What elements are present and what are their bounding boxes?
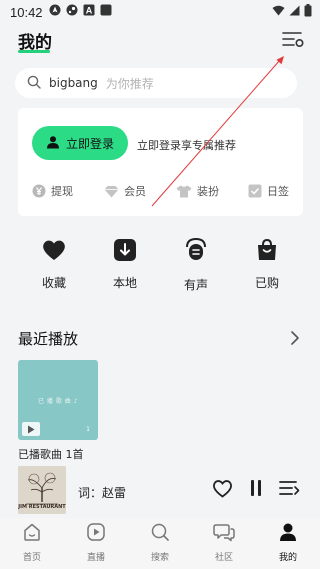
mini-player: JIM RESTAURANT 词：赵雷 — [0, 462, 320, 518]
search-icon — [150, 522, 170, 546]
nav-label: 社区 — [214, 553, 233, 563]
status-time: 10:42 — [10, 4, 43, 20]
quick-link-label: 日签 — [267, 185, 289, 198]
search-input[interactable]: bigbang 为你推荐 — [15, 68, 297, 98]
function-label: 已购 — [254, 276, 279, 290]
album-art[interactable]: JIM RESTAURANT — [18, 466, 66, 514]
app-icon — [100, 4, 112, 20]
quick-link-label: 提现 — [51, 185, 73, 198]
yuan-icon — [32, 184, 46, 198]
recent-section-title: 最近播放 — [18, 330, 79, 348]
playlist-icon — [278, 479, 300, 501]
title-underline — [18, 50, 50, 53]
signal-icon — [289, 5, 300, 20]
now-playing-text: 词：赵雷 — [78, 486, 127, 500]
function-label: 有声 — [183, 278, 208, 292]
quick-link-label: 会员 — [124, 185, 146, 198]
login-hint: 立即登录享专属推荐 — [137, 139, 236, 152]
nav-search[interactable]: 搜索 — [128, 518, 192, 569]
purchased-button[interactable]: 已购 — [237, 238, 297, 291]
playlist-button[interactable] — [277, 479, 301, 501]
live-play-icon — [86, 522, 106, 546]
audiobook-button[interactable]: 有声 — [166, 237, 226, 293]
login-card: 立即登录 立即登录享专属推荐 提现 会员 装扮 日签 — [18, 108, 303, 216]
pause-icon — [249, 479, 263, 501]
steam-icon — [66, 4, 78, 20]
thumb-count: 1 — [86, 426, 90, 433]
community-icon — [213, 522, 235, 546]
quick-link-label: 装扮 — [197, 185, 219, 198]
thumb-title: 已 播 歌 曲 ♪ — [38, 398, 78, 405]
favorites-button[interactable]: 收藏 — [24, 238, 84, 291]
status-bar: 10:42 A — [0, 0, 320, 24]
download-icon — [113, 238, 137, 266]
quick-link-vip[interactable]: 会员 — [104, 181, 176, 201]
quick-links: 提现 会员 装扮 日签 — [32, 181, 300, 201]
login-button[interactable]: 立即登录 — [32, 126, 128, 160]
nav-home[interactable]: 首页 — [0, 518, 64, 569]
recent-caption: 已播歌曲 1首 — [18, 448, 84, 461]
login-button-label: 立即登录 — [65, 136, 114, 151]
text-a-icon: A — [83, 4, 95, 20]
function-label: 本地 — [112, 276, 137, 290]
shirt-icon — [176, 185, 192, 198]
search-keyword: bigbang — [49, 76, 98, 90]
recent-playlist-cover[interactable]: 已 播 歌 曲 ♪ 1 — [18, 360, 98, 440]
home-icon — [22, 522, 42, 546]
wifi-icon — [272, 5, 285, 20]
nav-label: 我的 — [278, 553, 297, 563]
profile-icon — [278, 522, 298, 546]
location-icon — [49, 4, 61, 20]
function-row: 收藏 本地 有声 已购 — [20, 237, 300, 292]
function-label: 收藏 — [41, 276, 66, 290]
quick-link-daily[interactable]: 日签 — [248, 181, 300, 201]
audiobook-icon — [184, 237, 208, 268]
battery-icon — [304, 3, 312, 21]
nav-live[interactable]: 直播 — [64, 518, 128, 569]
nav-profile[interactable]: 我的 — [256, 518, 320, 569]
quick-link-withdraw[interactable]: 提现 — [32, 181, 104, 201]
search-placeholder: 为你推荐 — [105, 76, 154, 91]
bottom-nav: 首页 直播 搜索 社区 我的 — [0, 518, 320, 569]
nav-label: 首页 — [22, 553, 41, 563]
checkbox-icon — [248, 184, 262, 198]
page-header: 我的 — [0, 26, 320, 56]
search-icon — [27, 74, 41, 93]
nav-label: 直播 — [86, 553, 105, 563]
diamond-icon — [104, 185, 119, 198]
user-icon — [46, 135, 60, 152]
local-button[interactable]: 本地 — [95, 238, 155, 291]
chevron-right-icon[interactable] — [288, 329, 302, 347]
play-icon — [22, 422, 40, 436]
quick-link-dressup[interactable]: 装扮 — [176, 181, 248, 201]
shopping-bag-icon — [255, 238, 279, 266]
nav-community[interactable]: 社区 — [192, 518, 256, 569]
settings-list-icon[interactable] — [280, 28, 306, 52]
like-button[interactable] — [210, 479, 234, 501]
pause-button[interactable] — [244, 479, 268, 501]
nav-label: 搜索 — [150, 553, 169, 563]
heart-icon — [41, 238, 67, 266]
svg-text:A: A — [85, 6, 92, 16]
heart-outline-icon — [212, 479, 233, 502]
album-art-text: JIM RESTAURANT — [18, 504, 66, 510]
